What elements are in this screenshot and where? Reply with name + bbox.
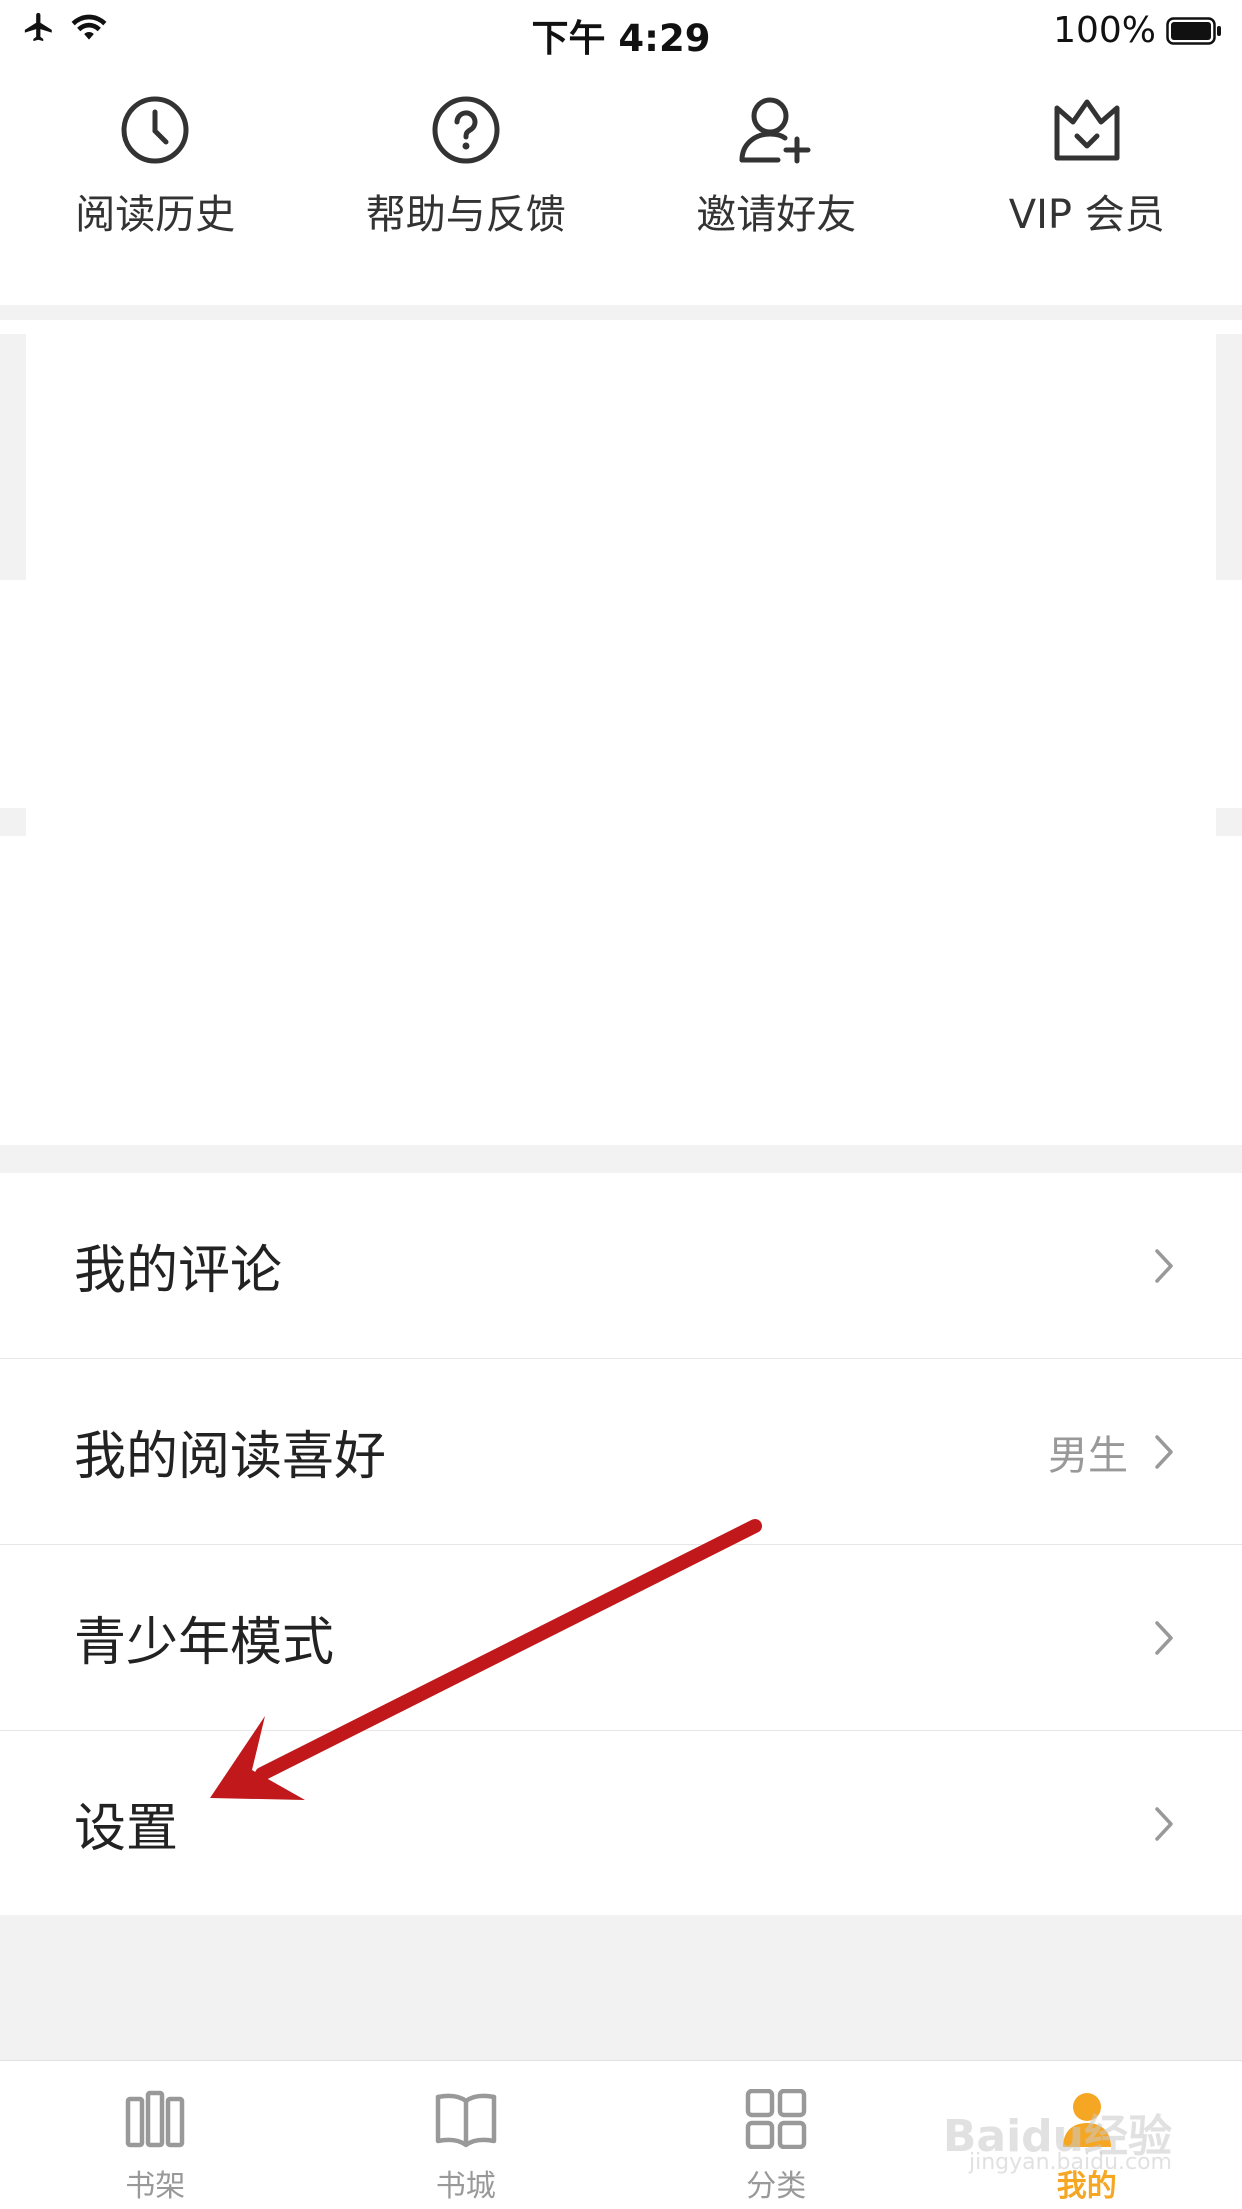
quick-reading-history[interactable]: 阅读历史	[0, 90, 311, 240]
quick-invite-friends[interactable]: 邀请好友	[621, 90, 932, 240]
banner-edge	[0, 334, 26, 580]
banner-edge	[0, 808, 26, 836]
status-bar: 下午 4:29 100%	[0, 0, 1242, 62]
book-icon	[434, 2089, 498, 2149]
banner-edge	[1216, 334, 1242, 580]
quick-label: 邀请好友	[696, 182, 856, 240]
menu-item-label: 我的评论	[74, 1228, 282, 1303]
quick-label: 阅读历史	[75, 182, 235, 240]
menu-item-teen-mode[interactable]: 青少年模式	[0, 1545, 1242, 1731]
menu-item-reading-preference[interactable]: 我的阅读喜好 男生	[0, 1359, 1242, 1545]
banner-edge	[1216, 808, 1242, 836]
empty-area	[0, 1915, 1242, 2060]
tab-label: 书架	[125, 2161, 185, 2205]
quick-actions: 阅读历史 帮助与反馈 邀请好友 VIP 会员	[0, 90, 1242, 240]
clock-icon	[119, 94, 191, 166]
add-user-icon	[736, 94, 816, 166]
bookshelf-icon	[123, 2089, 187, 2149]
chevron-right-icon	[1154, 1434, 1174, 1470]
menu-item-label: 我的阅读喜好	[74, 1414, 386, 1489]
battery-icon	[1166, 17, 1222, 45]
grid-icon	[744, 2089, 808, 2149]
settings-menu: 我的评论 我的阅读喜好 男生 青少年模式 设置	[0, 1173, 1242, 1917]
section-divider	[0, 305, 1242, 320]
quick-help-feedback[interactable]: 帮助与反馈	[311, 90, 622, 240]
menu-item-label: 青少年模式	[74, 1600, 334, 1675]
tab-label: 书城	[436, 2161, 496, 2205]
tab-category[interactable]: 分类	[621, 2061, 932, 2209]
chevron-right-icon	[1154, 1806, 1174, 1842]
quick-vip[interactable]: VIP 会员	[932, 90, 1242, 240]
question-icon	[430, 94, 502, 166]
tab-bookshelf[interactable]: 书架	[0, 2061, 311, 2209]
quick-label: VIP 会员	[1009, 182, 1165, 240]
menu-item-settings[interactable]: 设置	[0, 1731, 1242, 1917]
battery-percent: 100%	[1053, 10, 1156, 51]
chevron-right-icon	[1154, 1620, 1174, 1656]
crown-icon	[1051, 94, 1123, 166]
menu-item-my-comments[interactable]: 我的评论	[0, 1173, 1242, 1359]
menu-item-value: 男生	[1048, 1423, 1128, 1481]
banner-area	[0, 320, 1242, 1145]
chevron-right-icon	[1154, 1248, 1174, 1284]
status-right: 100%	[1053, 10, 1222, 51]
tab-bookstore[interactable]: 书城	[311, 2061, 622, 2209]
section-divider	[0, 1145, 1242, 1173]
quick-label: 帮助与反馈	[366, 182, 566, 240]
menu-item-label: 设置	[74, 1786, 178, 1861]
watermark-url: jingyan.baidu.com	[969, 2150, 1172, 2175]
tab-label: 分类	[746, 2161, 806, 2205]
